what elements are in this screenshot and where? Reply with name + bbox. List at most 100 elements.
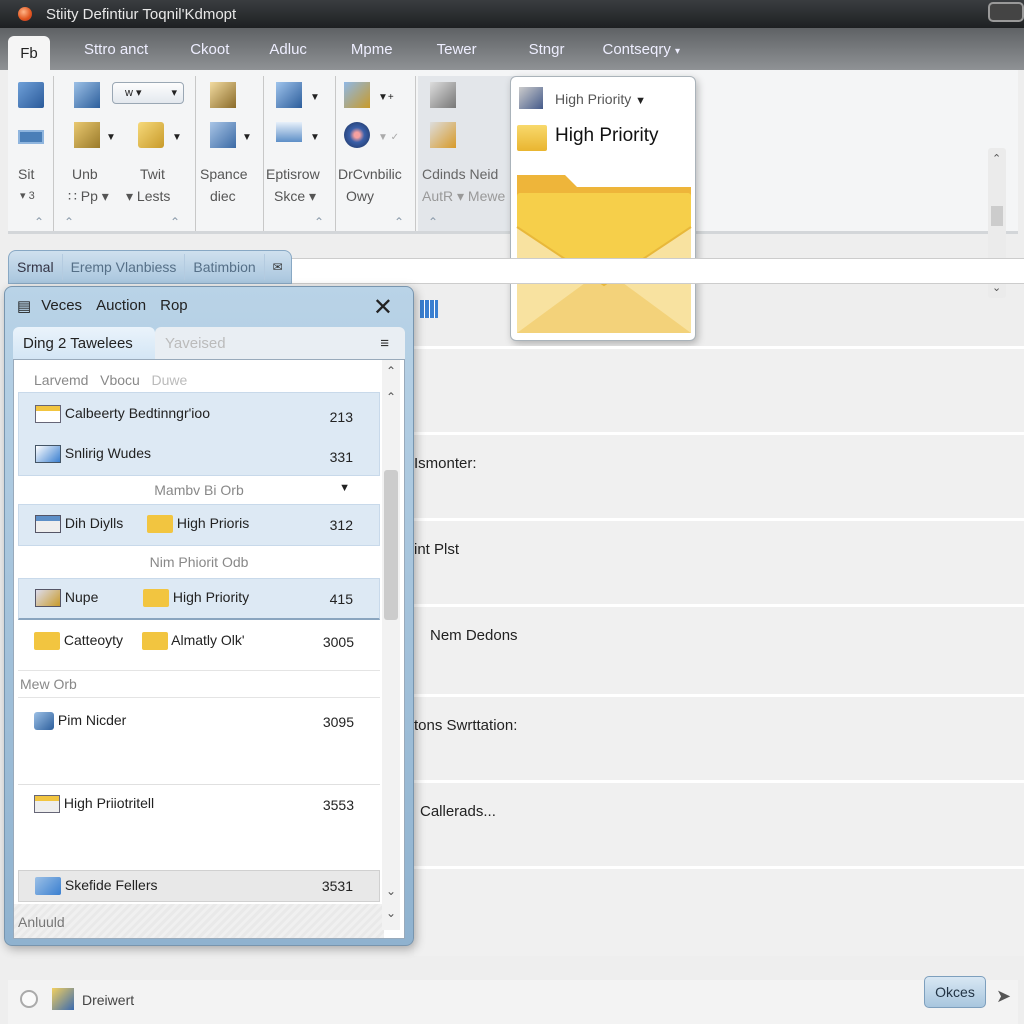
scroll-up-icon[interactable]: ⌃ — [386, 390, 396, 404]
cloud-window-icon[interactable] — [276, 122, 302, 142]
group-2-sub-b[interactable]: ▾ Lests — [126, 186, 170, 207]
group-2-sub-a[interactable]: ∷ Pp ▾ — [68, 186, 109, 207]
list-item[interactable]: Skefide Fellers 3531 — [18, 870, 380, 902]
dialog-tab-inactive[interactable]: Yaveised ≡ — [155, 327, 405, 359]
collapse-icon[interactable]: ⌃ — [64, 215, 74, 229]
tab-8[interactable]: Contseqry ▾ — [602, 41, 680, 58]
group-header: Nim Phiorit Odb — [149, 554, 249, 570]
dialog-scrollbar[interactable]: ⌃ ⌃ ⌄ ⌄ — [382, 360, 400, 930]
chevron-down-icon[interactable]: ▼ — [242, 132, 252, 143]
ok-button[interactable]: Okces — [924, 976, 986, 1008]
tab-8-label: Contseqry — [602, 40, 671, 58]
scroll-down-icon[interactable]: ⌄ — [386, 906, 396, 920]
main-row-2[interactable]: Ismonter: — [414, 432, 1024, 518]
dialog-title-word: Auction — [96, 297, 147, 314]
collapse-icon[interactable]: ⌃ — [428, 215, 438, 229]
list-item[interactable]: Pim Nicder 3095 — [18, 706, 380, 746]
group-label: Mambv Bi Orb — [154, 482, 244, 498]
mail-icon[interactable]: ✉ — [273, 260, 283, 274]
scroll-thumb[interactable] — [384, 470, 398, 620]
chevron-down-icon[interactable]: ▼ — [310, 132, 320, 143]
chevron-down-icon[interactable]: ▼ — [106, 132, 116, 143]
font-dropdown[interactable]: w ▾ ▾ — [112, 82, 184, 104]
column-header[interactable]: Duwe — [152, 372, 188, 388]
tab-eremp[interactable]: Eremp Vlanbiess — [63, 254, 186, 280]
menu-icon[interactable]: ≡ — [380, 335, 389, 352]
close-icon[interactable]: ✕ — [373, 293, 393, 322]
image-icon — [35, 589, 61, 608]
group-2-label-b: Twit — [140, 166, 165, 182]
tab-batimbion[interactable]: Batimbion — [185, 254, 265, 280]
main-row-7[interactable] — [414, 866, 1024, 956]
folder-key-icon[interactable] — [138, 122, 164, 148]
list-item[interactable]: Snlirig Wudes — [35, 445, 152, 464]
list-item[interactable]: Nupe High Priority 415 — [18, 578, 380, 620]
tab-7[interactable]: Stngr — [529, 41, 565, 58]
calendar-grid-icon[interactable] — [430, 82, 456, 108]
item-name: Pim Nicder — [57, 712, 127, 728]
item-name: Snlirig Wudes — [64, 445, 152, 461]
dialog-tab-label: Yaveised — [165, 334, 226, 352]
search-icon[interactable] — [20, 990, 38, 1008]
notes-icon[interactable] — [74, 122, 100, 148]
chevron-down-icon[interactable]: ▼ — [339, 482, 350, 494]
report-icon[interactable] — [210, 82, 236, 108]
item-count: 415 — [329, 591, 353, 607]
folder-document-icon — [35, 405, 61, 424]
chevron-down-icon[interactable]: ▼ — [310, 92, 320, 103]
folder-chart-icon[interactable] — [344, 82, 370, 108]
chevron-down-icon[interactable]: ▼ ✓ — [378, 132, 399, 143]
windows-icon[interactable] — [276, 82, 302, 108]
collapse-icon[interactable]: ⌃ — [170, 215, 180, 229]
list-item[interactable]: High Priiotritell 3553 — [18, 784, 380, 834]
copy-icon[interactable] — [74, 82, 100, 108]
priority-item[interactable]: High Priority — [555, 125, 658, 147]
target-icon[interactable] — [344, 122, 370, 148]
collapse-icon[interactable]: ⌃ — [394, 215, 404, 229]
list-item[interactable]: Calbeerty Bedtinngr'ioo — [35, 405, 210, 424]
main-row-5[interactable]: tons Swrttation: — [414, 694, 1024, 780]
calendar-folder-icon[interactable] — [52, 988, 74, 1010]
main-row-1[interactable] — [414, 346, 1024, 432]
list-item[interactable]: Dih Diylls High Prioris 312 — [18, 504, 380, 546]
priority-dropdown[interactable]: High Priority ▼ — [555, 91, 646, 107]
document-stack-icon[interactable] — [18, 82, 44, 108]
calendar-coin-icon[interactable] — [430, 122, 456, 148]
scroll-up-icon[interactable]: ⌃ — [992, 152, 1001, 165]
group-4-sub[interactable]: Skce ▾ — [274, 186, 316, 207]
window-controls-button[interactable] — [988, 2, 1024, 22]
main-row-4[interactable]: Nem Dedons — [414, 604, 1024, 694]
app-orb-icon[interactable] — [18, 7, 32, 21]
tab-srmal[interactable]: Srmal — [9, 254, 63, 280]
document-edit-icon — [35, 445, 61, 464]
column-header[interactable]: Vbocu — [100, 372, 140, 388]
chevron-down-icon[interactable]: ▼+ — [378, 92, 394, 103]
scroll-down-icon[interactable]: ⌄ — [386, 884, 396, 898]
tab-6[interactable]: Tewer — [437, 41, 477, 58]
group-1-sub[interactable]: ▾ 3 — [20, 186, 35, 207]
tab-5[interactable]: Mpme — [351, 41, 393, 58]
tab-file[interactable]: Fb — [8, 36, 50, 70]
column-header[interactable]: Larvemd — [34, 372, 88, 388]
group-6-sub[interactable]: AutR ▾ Mewe — [422, 186, 505, 207]
scroll-thumb[interactable] — [991, 206, 1003, 226]
card-icon[interactable] — [18, 130, 44, 144]
chevron-down-icon[interactable]: ▼ — [172, 132, 182, 143]
folder-window-icon — [34, 795, 60, 814]
tab-2[interactable]: Sttro anct — [84, 41, 148, 58]
main-row-3[interactable]: int Plst — [414, 518, 1024, 604]
list-item[interactable]: Catteoyty Almatly Olk' 3005 — [18, 622, 380, 664]
address-bar[interactable] — [292, 258, 1024, 284]
tab-4[interactable]: Adluc — [269, 41, 307, 58]
collapse-icon[interactable]: ⌃ — [314, 215, 324, 229]
main-row-6[interactable]: Callerads... — [414, 780, 1024, 866]
document-lock-icon[interactable] — [210, 122, 236, 148]
tab-3[interactable]: Ckoot — [190, 41, 229, 58]
ribbon-group-5: ▼+ ▼ ✓ DrCvnbilic Owy ⌃ — [338, 76, 416, 231]
dialog-tab-active[interactable]: Ding 2 Tawelees — [13, 327, 155, 359]
item-left: Pim Nicder — [34, 712, 127, 731]
item-count: 3553 — [322, 797, 354, 813]
collapse-icon[interactable]: ⌃ — [34, 215, 44, 229]
scroll-up-icon[interactable]: ⌃ — [386, 364, 396, 378]
item-count: 312 — [329, 517, 353, 533]
